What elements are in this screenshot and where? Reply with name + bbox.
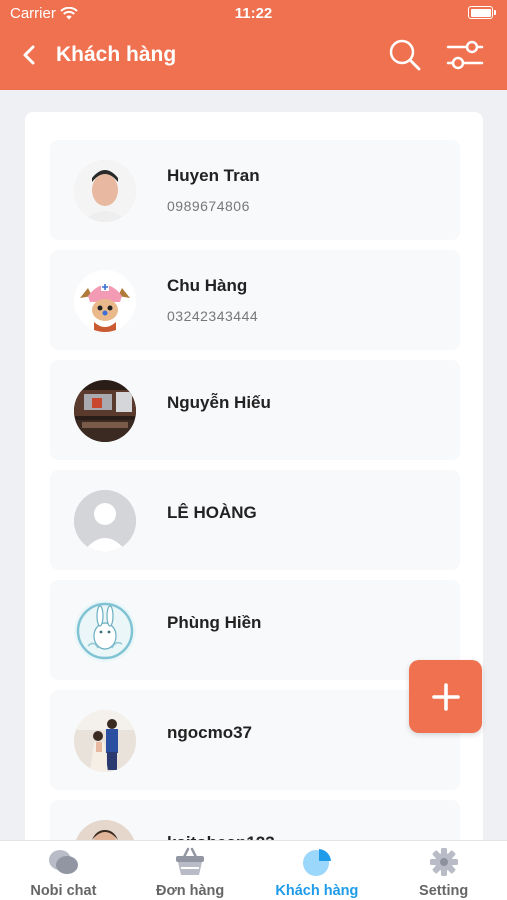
- chevron-left-icon: [23, 45, 35, 65]
- tab-label: Setting: [419, 883, 469, 899]
- customer-phone: 03242343444: [167, 308, 259, 324]
- pie-chart-icon: [302, 849, 331, 876]
- customer-avatar: [74, 710, 136, 772]
- customer-name: Phùng Hiền: [167, 613, 262, 632]
- back-button[interactable]: [18, 42, 40, 68]
- chat-bubbles-icon: [49, 850, 79, 874]
- customer-row[interactable]: Nguyễn Hiếu: [50, 360, 460, 460]
- tab-nobi-chat[interactable]: Nobi chat: [0, 841, 127, 900]
- customer-name: Nguyễn Hiếu: [167, 393, 271, 412]
- tab-label: Khách hàng: [275, 883, 359, 899]
- customer-avatar: [74, 600, 136, 662]
- customer-name: LÊ HOÀNG: [167, 503, 257, 522]
- customer-row[interactable]: LÊ HOÀNG: [50, 470, 460, 570]
- filter-sliders-icon: [446, 40, 484, 70]
- add-customer-button[interactable]: [409, 660, 482, 733]
- customer-name: ngocmo37: [167, 723, 253, 742]
- photo-man-avatar: [74, 160, 136, 222]
- default-person-avatar: [74, 490, 136, 552]
- tab-khach-hang[interactable]: Khách hàng: [254, 841, 381, 900]
- customer-row[interactable]: ngocmo37: [50, 690, 460, 790]
- customer-avatar: [74, 160, 136, 222]
- room-photo-avatar: [74, 380, 136, 442]
- search-button[interactable]: [388, 38, 422, 72]
- gear-icon: [429, 848, 458, 876]
- battery-icon: [468, 6, 496, 19]
- tab-setting[interactable]: Setting: [380, 841, 507, 900]
- status-time: 11:22: [234, 5, 273, 22]
- wedding-photo-avatar: [74, 710, 136, 772]
- plus-icon: [431, 682, 460, 711]
- tab-label: Đơn hàng: [155, 883, 225, 899]
- status-bar: Carrier 11:22: [0, 0, 507, 28]
- page-title: Khách hàng: [56, 43, 177, 66]
- customer-row[interactable]: Chu Hàng 03242343444: [50, 250, 460, 350]
- customer-list-panel: Huyen Tran 0989674806 Chu Hàng 032423434…: [25, 112, 483, 852]
- customer-avatar: [74, 270, 136, 332]
- customer-name: Huyen Tran: [167, 166, 260, 185]
- customer-name: Chu Hàng: [167, 276, 248, 295]
- filter-button[interactable]: [445, 38, 485, 72]
- customer-avatar: [74, 490, 136, 552]
- search-icon: [389, 39, 421, 71]
- tab-label: Nobi chat: [30, 883, 97, 899]
- basket-icon: [176, 847, 205, 875]
- cartoon-reindeer-avatar: [74, 270, 136, 332]
- tab-don-hang[interactable]: Đơn hàng: [127, 841, 254, 900]
- customer-row[interactable]: Huyen Tran 0989674806: [50, 140, 460, 240]
- customer-row[interactable]: Phùng Hiền: [50, 580, 460, 680]
- app-header: Carrier 11:22 Khách hàng: [0, 0, 507, 90]
- rabbit-drawing-avatar: [74, 600, 136, 662]
- tab-bar: Nobi chat Đơn hàng Khách hàng Setting: [0, 840, 507, 900]
- customer-phone: 0989674806: [167, 198, 250, 214]
- customer-avatar: [74, 380, 136, 442]
- customer-list: Huyen Tran 0989674806 Chu Hàng 032423434…: [50, 140, 460, 852]
